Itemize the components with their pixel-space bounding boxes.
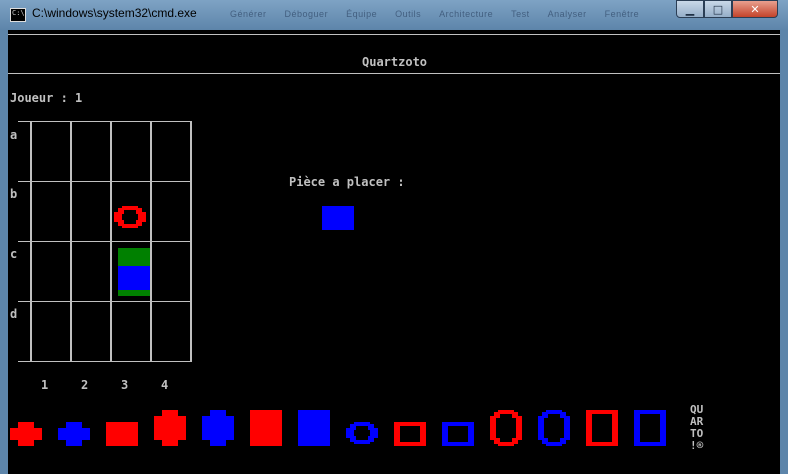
piece-block — [298, 410, 330, 446]
piece-block — [118, 266, 150, 290]
piece-block — [136, 220, 142, 226]
piece-block — [512, 412, 518, 418]
ghost-menu-item: Outils — [395, 9, 422, 19]
piece-block — [542, 438, 548, 444]
piece-block — [10, 428, 42, 440]
console-window: C:\ C:\windows\system32\cmd.exe Générer D… — [0, 0, 788, 474]
piece-block — [516, 416, 522, 440]
background-menu-ghost: Générer Déboguer Équipe Outils Architecture T… — [230, 9, 680, 21]
piece-block — [106, 422, 138, 446]
piece-block — [118, 208, 124, 214]
column-label: 1 — [41, 378, 49, 392]
ghost-menu-item: Analyser — [547, 9, 587, 19]
piece-block — [368, 436, 374, 442]
piece-block — [58, 428, 90, 440]
row-label: d — [10, 307, 18, 321]
piece-block — [322, 206, 354, 230]
console-area[interactable]: Quartzoto Joueur : 1 Pièce a placer : a b… — [8, 30, 780, 474]
title-bar[interactable]: C:\ C:\windows\system32\cmd.exe Générer D… — [0, 0, 788, 30]
piece-to-place — [322, 206, 354, 230]
title-divider — [8, 73, 780, 74]
player-label: Joueur : 1 — [10, 91, 83, 105]
piece-block — [490, 416, 496, 440]
piece-block — [202, 416, 234, 440]
window-title: C:\windows\system32\cmd.exe — [32, 6, 197, 20]
piece-to-place-label: Pièce a placer : — [289, 175, 405, 189]
piece-block — [154, 416, 186, 440]
ghost-menu-item: Fenêtre — [604, 9, 640, 19]
piece-block — [564, 416, 570, 440]
close-button[interactable]: ✕ — [732, 0, 778, 18]
piece-block — [394, 422, 400, 446]
row-label: a — [10, 128, 18, 142]
ghost-menu-item: Test — [511, 9, 530, 19]
piece-block — [350, 424, 356, 430]
piece-block — [136, 208, 142, 214]
piece-block — [512, 438, 518, 444]
ghost-menu-item: Générer — [230, 9, 267, 19]
logo-line: !® — [690, 439, 704, 452]
grid-line-horizontal — [18, 241, 192, 242]
ghost-menu-item: Équipe — [346, 9, 378, 19]
piece-block — [118, 220, 124, 226]
piece-block — [660, 410, 666, 446]
piece-block — [442, 422, 448, 446]
minimize-button[interactable]: ▁ — [676, 0, 704, 18]
grid-line-horizontal — [18, 181, 192, 182]
game-title: Quartzoto — [362, 55, 428, 69]
piece-block — [494, 412, 500, 418]
maximize-button[interactable]: □ — [704, 0, 732, 18]
grid-line-horizontal — [18, 121, 192, 122]
grid-line-horizontal — [18, 361, 192, 362]
piece-block — [612, 410, 618, 446]
piece-block — [560, 412, 566, 418]
column-label: 3 — [121, 378, 129, 392]
column-label: 4 — [161, 378, 169, 392]
piece-block — [250, 410, 282, 446]
piece-block — [468, 422, 474, 446]
cmd-icon[interactable]: C:\ — [10, 8, 26, 22]
grid-line-horizontal — [18, 301, 192, 302]
piece-block — [494, 438, 500, 444]
ghost-menu-item: Architecture — [439, 9, 494, 19]
ghost-menu-item: Déboguer — [284, 9, 329, 19]
piece-block — [350, 436, 356, 442]
row-label: c — [10, 247, 18, 261]
piece-block — [542, 412, 548, 418]
game-board[interactable] — [18, 121, 192, 362]
piece-block — [538, 416, 544, 440]
piece-block — [634, 410, 640, 446]
column-label: 2 — [81, 378, 89, 392]
piece-block — [560, 438, 566, 444]
top-divider — [8, 34, 780, 35]
row-label: b — [10, 187, 18, 201]
piece-block — [368, 424, 374, 430]
piece-block — [586, 410, 592, 446]
piece-block — [420, 422, 426, 446]
